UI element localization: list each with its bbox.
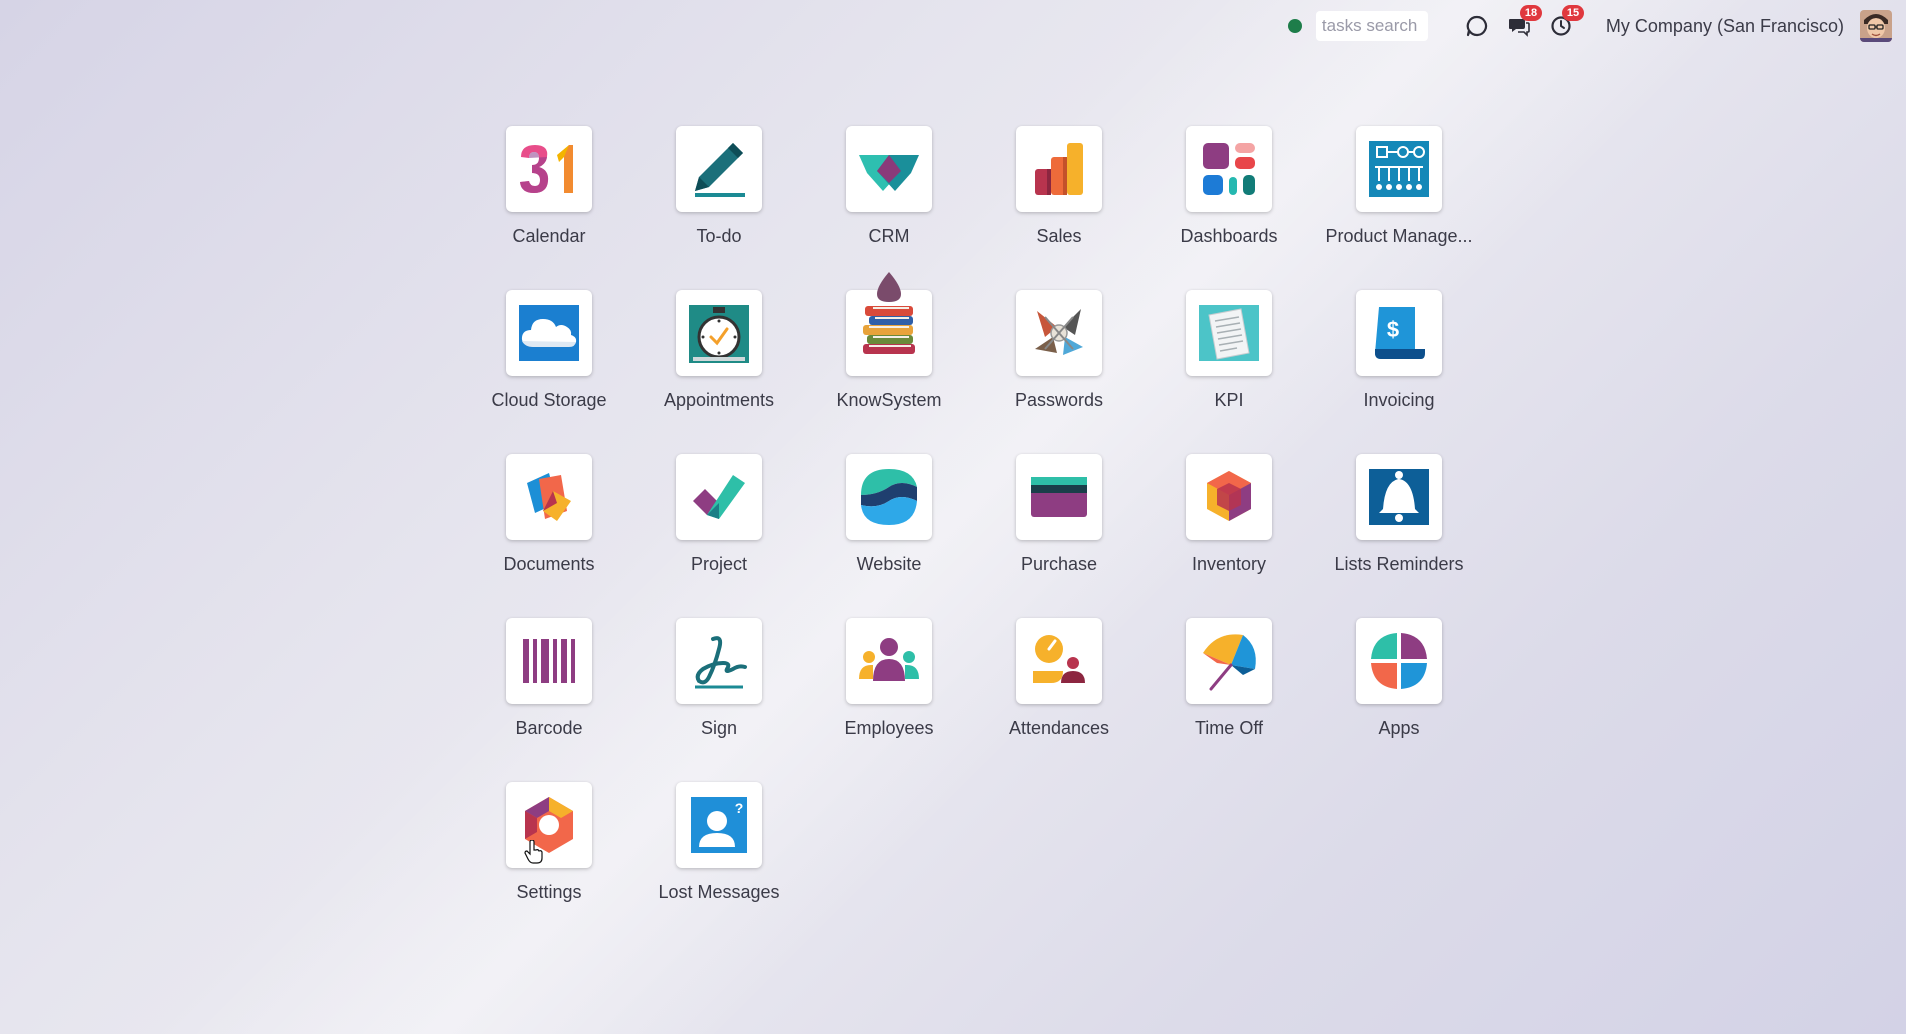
- activities-badge: 15: [1561, 5, 1585, 21]
- app-label: Project: [690, 554, 748, 574]
- app-barcode[interactable]: Barcode: [464, 618, 634, 782]
- messages-badge: 18: [1519, 5, 1543, 21]
- app-label: Time Off: [1194, 718, 1263, 738]
- app-documents[interactable]: Documents: [464, 454, 634, 618]
- app-apps[interactable]: Apps: [1314, 618, 1484, 782]
- app-appointments[interactable]: Appointments: [634, 290, 804, 454]
- app-label: Documents: [503, 554, 595, 574]
- app-label: Barcode: [515, 718, 583, 738]
- app-to-do[interactable]: To-do: [634, 126, 804, 290]
- tasks-search-input[interactable]: [1315, 11, 1428, 41]
- app-label: Passwords: [1014, 390, 1104, 410]
- app-inventory[interactable]: Inventory: [1144, 454, 1314, 618]
- app-label: Appointments: [663, 390, 775, 410]
- handshake-icon: [846, 126, 932, 212]
- app-passwords[interactable]: Passwords: [974, 290, 1144, 454]
- app-lost-messages[interactable]: ? Lost Messages: [634, 782, 804, 946]
- app-lists-reminders[interactable]: Lists Reminders: [1314, 454, 1484, 618]
- app-employees[interactable]: Employees: [804, 618, 974, 782]
- app-label: Apps: [1378, 718, 1420, 738]
- app-invoicing[interactable]: $ Invoicing: [1314, 290, 1484, 454]
- pen-icon: [676, 126, 762, 212]
- app-sales[interactable]: Sales: [974, 126, 1144, 290]
- top-navbar: 18 15 My Company (San Francisco): [0, 0, 1906, 52]
- app-label: Attendances: [1008, 718, 1110, 738]
- app-label: Product Manage...: [1325, 226, 1473, 246]
- app-attendances[interactable]: Attendances: [974, 618, 1144, 782]
- activities-clock-icon[interactable]: 15: [1546, 5, 1585, 41]
- passwords-icon: [1016, 290, 1102, 376]
- app-label: Settings: [516, 882, 582, 902]
- app-time-off[interactable]: Time Off: [1144, 618, 1314, 782]
- app-website[interactable]: Website: [804, 454, 974, 618]
- app-label: Invoicing: [1363, 390, 1435, 410]
- hand-cursor-icon: [524, 839, 544, 869]
- bell-icon: [1356, 454, 1442, 540]
- app-label: Inventory: [1191, 554, 1267, 574]
- company-switcher[interactable]: My Company (San Francisco): [1606, 16, 1844, 37]
- app-purchase[interactable]: Purchase: [974, 454, 1144, 618]
- books-icon: [846, 272, 932, 376]
- app-label: CRM: [868, 226, 910, 246]
- website-waves-icon: [846, 454, 932, 540]
- app-label: Dashboards: [1180, 226, 1278, 246]
- documents-icon: [506, 454, 592, 540]
- app-label: Employees: [844, 718, 934, 738]
- app-label: Lists Reminders: [1334, 554, 1464, 574]
- app-settings[interactable]: Settings: [464, 782, 634, 946]
- app-product-management[interactable]: Product Manage...: [1314, 126, 1484, 290]
- app-project[interactable]: Project: [634, 454, 804, 618]
- app-label: Sign: [700, 718, 738, 738]
- app-kpi[interactable]: KPI: [1144, 290, 1314, 454]
- svg-text:?: ?: [735, 800, 744, 816]
- online-status-dot: [1287, 19, 1302, 33]
- bar-chart-icon: [1016, 126, 1102, 212]
- app-label: Website: [856, 554, 922, 574]
- lost-messages-icon: ?: [676, 782, 762, 868]
- discuss-refresh-icon[interactable]: [1462, 11, 1492, 41]
- dashboard-tiles-icon: [1186, 126, 1272, 212]
- app-cloud-storage[interactable]: Cloud Storage: [464, 290, 634, 454]
- umbrella-icon: [1186, 618, 1272, 704]
- app-sign[interactable]: Sign: [634, 618, 804, 782]
- barcode-icon: [506, 618, 592, 704]
- gear-hexagon-icon: [506, 782, 592, 868]
- kpi-document-icon: [1186, 290, 1272, 376]
- signature-icon: [676, 618, 762, 704]
- app-label: KPI: [1214, 390, 1244, 410]
- app-label: Purchase: [1020, 554, 1098, 574]
- cloud-icon: [506, 290, 592, 376]
- credit-card-icon: [1016, 454, 1102, 540]
- app-knowsystem[interactable]: KnowSystem: [804, 272, 974, 454]
- app-label: Lost Messages: [658, 882, 780, 902]
- checkmark-icon: [676, 454, 762, 540]
- people-icon: [846, 618, 932, 704]
- app-crm[interactable]: CRM: [804, 126, 974, 290]
- app-label: To-do: [696, 226, 742, 246]
- cube-icon: [1186, 454, 1272, 540]
- svg-text:$: $: [1387, 317, 1399, 342]
- invoice-icon: $: [1356, 290, 1442, 376]
- calendar-icon: [506, 126, 592, 212]
- apps-icon: [1356, 618, 1442, 704]
- attendance-icon: [1016, 618, 1102, 704]
- app-label: Sales: [1036, 226, 1082, 246]
- user-avatar[interactable]: [1860, 10, 1892, 42]
- product-management-icon: [1356, 126, 1442, 212]
- stopwatch-icon: [676, 290, 762, 376]
- app-calendar[interactable]: Calendar: [464, 126, 634, 290]
- app-label: KnowSystem: [836, 390, 942, 410]
- app-grid: Calendar To-do CRM Sales Dashboards Prod…: [464, 126, 1484, 946]
- app-label: Calendar: [512, 226, 586, 246]
- messages-icon[interactable]: 18: [1504, 5, 1543, 41]
- app-dashboards[interactable]: Dashboards: [1144, 126, 1314, 290]
- app-label: Cloud Storage: [491, 390, 607, 410]
